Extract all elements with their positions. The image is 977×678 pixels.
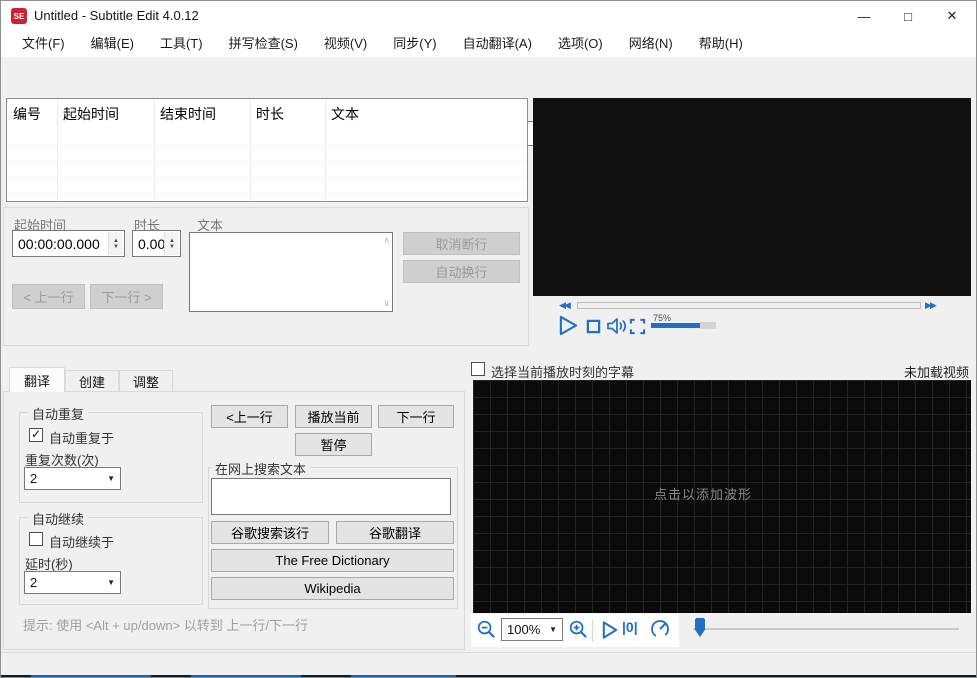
seek-forward-icon[interactable]: ▶▶ bbox=[925, 300, 937, 311]
zoom-in-icon[interactable] bbox=[568, 619, 589, 640]
waveform-play-icon[interactable] bbox=[600, 620, 619, 640]
subtitle-list[interactable]: 编号 起始时间 结束时间 时长 文本 bbox=[6, 98, 528, 202]
waveform-position-thumb[interactable] bbox=[695, 618, 705, 637]
auto-continue-checkbox[interactable] bbox=[29, 532, 43, 546]
select-current-subtitle-label[interactable]: 选择当前播放时刻的字幕 bbox=[491, 362, 634, 381]
volume-percent-label: 75% bbox=[653, 313, 672, 323]
column-text[interactable]: 文本 bbox=[331, 104, 359, 124]
pause-button[interactable]: 暂停 bbox=[295, 433, 372, 456]
video-status-label: 未加载视频 bbox=[903, 365, 969, 380]
auto-continue-group-label: 自动继续 bbox=[28, 509, 89, 528]
menu-edit[interactable]: 编辑(E) bbox=[78, 31, 147, 57]
fullscreen-icon[interactable] bbox=[629, 318, 646, 335]
hint-text: 提示: 使用 <Alt + up/down> 以转到 上一行/下一行 bbox=[23, 618, 308, 633]
repeat-count-select[interactable]: 2 bbox=[24, 467, 121, 490]
row-divider bbox=[7, 145, 527, 146]
scroll-up-icon[interactable] bbox=[383, 235, 390, 246]
waveform-placeholder[interactable]: 点击以添加波形 bbox=[654, 484, 752, 503]
menu-autotranslate[interactable]: 自动翻译(A) bbox=[450, 31, 545, 57]
volume-icon[interactable] bbox=[606, 316, 628, 336]
autobreak-button[interactable]: 自动换行 bbox=[403, 260, 520, 283]
menu-file[interactable]: 文件(F) bbox=[9, 31, 78, 57]
chevron-down-icon bbox=[549, 625, 557, 634]
zoom-out-icon[interactable] bbox=[476, 619, 497, 640]
video-display[interactable] bbox=[533, 98, 971, 296]
web-search-group-label: 在网上搜索文本 bbox=[211, 459, 311, 478]
row-divider bbox=[7, 161, 527, 162]
column-end[interactable]: 结束时间 bbox=[160, 104, 216, 124]
play-icon[interactable] bbox=[557, 315, 580, 336]
google-search-button[interactable]: 谷歌搜索该行 bbox=[211, 521, 329, 544]
waveform-zoom-select[interactable]: 100% bbox=[501, 618, 563, 641]
column-start[interactable]: 起始时间 bbox=[63, 104, 119, 124]
next-line-button[interactable]: 下一行 > bbox=[90, 284, 163, 309]
auto-repeat-checkbox[interactable] bbox=[29, 427, 43, 442]
menu-tools[interactable]: 工具(T) bbox=[147, 31, 216, 57]
tab-create[interactable]: 创建 bbox=[65, 370, 119, 392]
prev-line-nav-button[interactable]: <上一行 bbox=[211, 405, 288, 428]
app-logo-icon: SE bbox=[11, 8, 27, 24]
tab-translate[interactable]: 翻译 bbox=[9, 367, 65, 392]
minimize-button[interactable]: — bbox=[847, 1, 881, 31]
menu-bar: 文件(F) 编辑(E) 工具(T) 拼写检查(S) 视频(V) 同步(Y) 自动… bbox=[1, 31, 976, 58]
google-translate-button[interactable]: 谷歌翻译 bbox=[336, 521, 454, 544]
duration-input[interactable]: 0.000 bbox=[132, 230, 181, 257]
playback-speed-icon[interactable] bbox=[649, 618, 671, 640]
tab-adjust[interactable]: 调整 bbox=[119, 370, 173, 392]
app-window: SE Untitled - Subtitle Edit 4.0.12 — □ ✕… bbox=[0, 0, 977, 678]
previous-line-button[interactable]: < 上一行 bbox=[12, 284, 85, 309]
row-divider bbox=[7, 177, 527, 178]
video-seek-bar[interactable] bbox=[577, 302, 921, 309]
scroll-down-icon[interactable] bbox=[383, 298, 390, 309]
repeat-count-value: 2 bbox=[30, 471, 38, 486]
column-number[interactable]: 编号 bbox=[13, 104, 41, 124]
toolbar: ? 格式 SubRip (.srt) 编码方式 UTF-8 with BOM bbox=[1, 58, 976, 149]
waveform-position-slider[interactable] bbox=[693, 628, 959, 630]
seek-back-icon[interactable]: ◀◀ bbox=[559, 300, 571, 311]
auto-continue-checkbox-label[interactable]: 自动继续于 bbox=[49, 532, 114, 551]
row-divider bbox=[7, 193, 527, 194]
menu-help[interactable]: 帮助(H) bbox=[686, 31, 756, 57]
column-duration[interactable]: 时长 bbox=[256, 104, 284, 124]
menu-network[interactable]: 网络(N) bbox=[616, 31, 686, 57]
menu-options[interactable]: 选项(O) bbox=[545, 31, 616, 57]
web-search-input[interactable] bbox=[211, 478, 451, 515]
wikipedia-button[interactable]: Wikipedia bbox=[211, 577, 454, 600]
delay-value: 2 bbox=[30, 575, 38, 590]
title-bar: SE Untitled - Subtitle Edit 4.0.12 — □ ✕ bbox=[1, 1, 976, 31]
status-bar bbox=[1, 652, 976, 675]
chevron-down-icon bbox=[107, 474, 115, 483]
toolbar-separator bbox=[592, 620, 593, 642]
column-divider bbox=[250, 99, 251, 201]
free-dictionary-button[interactable]: The Free Dictionary bbox=[211, 549, 454, 572]
start-time-value: 00:00:00.000 bbox=[18, 235, 100, 252]
chevron-down-icon bbox=[107, 578, 115, 587]
maximize-button[interactable]: □ bbox=[891, 1, 925, 31]
waveform-zoom-value: 100% bbox=[507, 622, 541, 637]
column-divider bbox=[325, 99, 326, 201]
select-current-subtitle-checkbox[interactable] bbox=[471, 362, 485, 376]
unbreak-button[interactable]: 取消断行 bbox=[403, 232, 520, 255]
start-time-input[interactable]: 00:00:00.000 bbox=[12, 230, 125, 257]
auto-repeat-group-label: 自动重复 bbox=[28, 404, 89, 423]
menu-sync[interactable]: 同步(Y) bbox=[380, 31, 449, 57]
spinner-updown-icon[interactable] bbox=[164, 232, 179, 255]
waveform-display[interactable]: 点击以添加波形 bbox=[473, 380, 971, 613]
close-button[interactable]: ✕ bbox=[935, 1, 969, 31]
delay-select[interactable]: 2 bbox=[24, 571, 121, 594]
volume-slider-remainder[interactable] bbox=[700, 322, 716, 329]
column-divider bbox=[154, 99, 155, 201]
subtitle-text-area[interactable] bbox=[189, 232, 393, 312]
spinner-updown-icon[interactable] bbox=[108, 232, 123, 255]
column-divider bbox=[57, 99, 58, 201]
menu-video[interactable]: 视频(V) bbox=[311, 31, 380, 57]
go-to-start-icon[interactable]: |0| bbox=[622, 619, 638, 635]
volume-slider[interactable] bbox=[651, 323, 700, 328]
next-line-nav-button[interactable]: 下一行 bbox=[378, 405, 454, 428]
stop-icon[interactable] bbox=[586, 319, 601, 334]
play-current-button[interactable]: 播放当前 bbox=[295, 405, 372, 428]
menu-spellcheck[interactable]: 拼写检查(S) bbox=[216, 31, 311, 57]
auto-repeat-checkbox-label[interactable]: 自动重复于 bbox=[49, 428, 114, 447]
window-title: Untitled - Subtitle Edit 4.0.12 bbox=[34, 8, 199, 23]
